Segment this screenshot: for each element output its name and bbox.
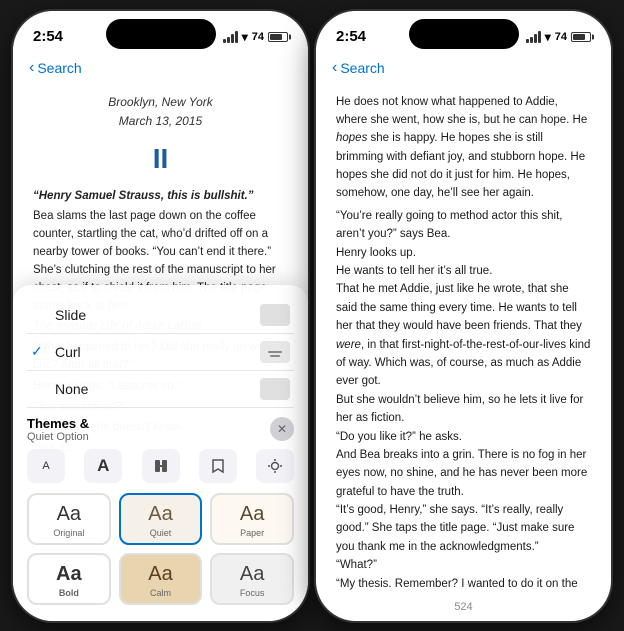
brightness-button[interactable] xyxy=(256,449,294,483)
rp-9: “It’s good, Henry,” she says. “It’s real… xyxy=(336,501,591,556)
rp-6: But she wouldn’t believe him, so he lets… xyxy=(336,391,591,428)
large-a-label: A xyxy=(97,456,109,476)
theme-quiet[interactable]: Aa Quiet xyxy=(119,493,203,545)
book-header: Brooklyn, New York March 13, 2015 xyxy=(33,93,288,131)
time-right: 2:54 xyxy=(336,28,366,45)
chevron-left-icon: ‹ xyxy=(29,59,34,77)
theme-quiet-aa: Aa xyxy=(148,503,172,526)
font-style-button[interactable] xyxy=(142,449,180,483)
wifi-icon: ▾ xyxy=(242,30,248,44)
theme-quiet-label: Quiet xyxy=(150,528,172,538)
dynamic-island xyxy=(106,19,216,49)
theme-grid: Aa Original Aa Quiet Aa Paper Aa Bold Aa xyxy=(27,493,294,605)
slide-icon-slide xyxy=(260,304,290,326)
themes-header: Themes & Quiet Option ✕ xyxy=(27,416,294,443)
rp-10: “What?” xyxy=(336,556,591,574)
theme-original[interactable]: Aa Original xyxy=(27,493,111,545)
bookmark-icon xyxy=(211,458,225,474)
font-size-increase-button[interactable]: A xyxy=(84,449,122,483)
slide-label-none: None xyxy=(51,381,260,397)
curl-icon xyxy=(260,341,290,363)
theme-focus-aa: Aa xyxy=(240,563,264,586)
rp-2: “You’re really going to method actor thi… xyxy=(336,207,591,244)
nav-bar-right: ‹ Search xyxy=(316,55,611,85)
theme-bold-label: Bold xyxy=(59,588,79,598)
rp-1: He does not know what happened to Addie,… xyxy=(336,93,591,203)
battery-label: 74 xyxy=(252,31,264,43)
battery-label-right: 74 xyxy=(555,31,567,43)
rp-7: “Do you like it?” he asks. xyxy=(336,428,591,446)
chapter-number: II xyxy=(33,137,288,182)
theme-calm[interactable]: Aa Calm xyxy=(119,553,203,605)
theme-calm-label: Calm xyxy=(150,588,171,598)
chevron-left-icon-right: ‹ xyxy=(332,59,337,77)
theme-bold-aa: Aa xyxy=(56,563,82,586)
back-button-right[interactable]: ‹ Search xyxy=(332,59,385,77)
theme-paper-aa: Aa xyxy=(240,503,264,526)
page-number: 524 xyxy=(316,595,611,619)
status-icons-right: ▾ 74 xyxy=(526,30,591,44)
theme-bold[interactable]: Aa Bold xyxy=(27,553,111,605)
back-label-left: Search xyxy=(37,60,81,76)
bookmark-button[interactable] xyxy=(199,449,237,483)
wifi-icon-right: ▾ xyxy=(545,30,551,44)
theme-paper[interactable]: Aa Paper xyxy=(210,493,294,545)
nav-bar-left: ‹ Search xyxy=(13,55,308,85)
slide-label-curl: Curl xyxy=(51,344,260,360)
slide-option-slide[interactable]: Slide xyxy=(27,297,294,334)
theme-focus[interactable]: Aa Focus xyxy=(210,553,294,605)
slide-label-slide: Slide xyxy=(51,307,260,323)
theme-original-aa: Aa xyxy=(57,503,81,526)
back-button-left[interactable]: ‹ Search xyxy=(29,59,82,77)
theme-calm-aa: Aa xyxy=(148,563,172,586)
rp-4: He wants to tell her it’s all true. xyxy=(336,262,591,280)
book-location-line2: March 13, 2015 xyxy=(33,112,288,131)
small-a-label: A xyxy=(42,460,49,472)
dynamic-island-right xyxy=(409,19,519,49)
rp-8: And Bea breaks into a grin. There is no … xyxy=(336,446,591,501)
rp-5: That he met Addie, just like he wrote, t… xyxy=(336,280,591,390)
theme-paper-label: Paper xyxy=(240,528,264,538)
font-size-decrease-button[interactable]: A xyxy=(27,449,65,483)
bottom-panel: Slide ✓ Curl None xyxy=(13,285,308,621)
book-content-right: He does not know what happened to Addie,… xyxy=(316,85,611,595)
theme-focus-label: Focus xyxy=(240,588,265,598)
para-1: “Henry Samuel Strauss, this is bullshit.… xyxy=(33,188,288,206)
close-button[interactable]: ✕ xyxy=(270,417,294,441)
themes-title: Themes & Quiet Option xyxy=(27,416,89,443)
back-label-right: Search xyxy=(340,60,384,76)
toolbar-row: A A xyxy=(27,449,294,483)
curl-checkmark: ✓ xyxy=(31,343,51,360)
rp-11: “My thesis. Remember? I wanted to do it … xyxy=(336,575,591,595)
slide-options: Slide ✓ Curl None xyxy=(27,297,294,408)
battery-icon-right xyxy=(571,32,591,42)
time-left: 2:54 xyxy=(33,28,63,45)
book-location-line1: Brooklyn, New York xyxy=(33,93,288,112)
right-phone: 2:54 ▾ 74 ‹ Search xyxy=(316,11,611,621)
slide-option-none[interactable]: None xyxy=(27,371,294,408)
left-phone: 2:54 ▾ 74 ‹ Search xyxy=(13,11,308,621)
none-icon xyxy=(260,378,290,400)
font-style-icon xyxy=(153,458,169,474)
battery-icon xyxy=(268,32,288,42)
slide-option-curl[interactable]: ✓ Curl xyxy=(27,334,294,371)
theme-original-label: Original xyxy=(53,528,84,538)
signal-icon-right xyxy=(526,31,541,43)
brightness-icon xyxy=(267,458,283,474)
status-icons-left: ▾ 74 xyxy=(223,30,288,44)
rp-3: Henry looks up. xyxy=(336,244,591,262)
signal-icon xyxy=(223,31,238,43)
themes-label: Themes & xyxy=(27,416,89,431)
themes-subtitle: Quiet Option xyxy=(27,431,89,443)
